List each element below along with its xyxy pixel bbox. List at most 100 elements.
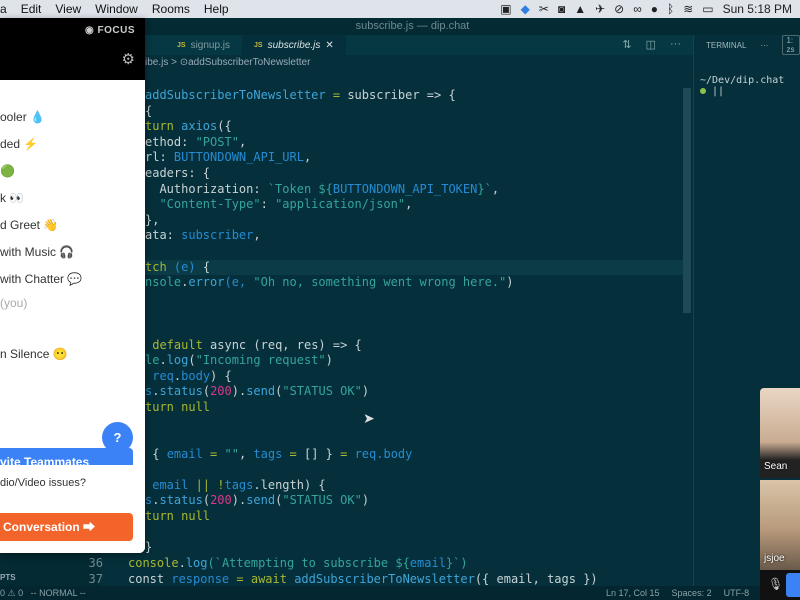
code-line[interactable]: { email = "", tags = [] } = req.body: [145, 447, 683, 463]
room-item[interactable]: ooler 💧: [0, 110, 45, 124]
code-line[interactable]: Authorization: `Token ${BUTTONDOWN_API_T…: [145, 182, 683, 198]
code-line[interactable]: s.status(200).send("STATUS OK"): [145, 384, 683, 400]
wifi-icon[interactable]: ≋: [683, 2, 693, 16]
tab-subscribe[interactable]: JS subscribe.js ✕: [242, 35, 346, 55]
code-line[interactable]: [145, 322, 683, 338]
editor-scrollbar[interactable]: [683, 88, 691, 313]
code-token: }: [145, 540, 153, 555]
more-icon[interactable]: ···: [670, 38, 681, 51]
code-line[interactable]: [145, 306, 683, 322]
help-button[interactable]: ?: [102, 422, 133, 453]
indentation[interactable]: Spaces: 2: [672, 586, 712, 600]
code-token: tags: [224, 477, 254, 492]
breadcrumb[interactable]: ibe.js > ⊙addSubscriberToNewsletter: [145, 55, 693, 70]
code-line[interactable]: [145, 415, 683, 431]
menu-app[interactable]: a: [0, 2, 7, 16]
code-token: (`Attempting to subscribe ${: [207, 556, 410, 570]
code-token: {: [145, 103, 153, 118]
tab-terminal[interactable]: TERMINAL: [706, 41, 746, 50]
more-icon[interactable]: ···: [760, 41, 768, 50]
code-line[interactable]: eaders: {: [145, 166, 683, 182]
code-line[interactable]: rl: BUTTONDOWN_API_URL,: [145, 150, 683, 166]
cup-icon[interactable]: ●: [651, 2, 658, 16]
code-line[interactable]: },: [145, 213, 683, 229]
code-token: ): [361, 493, 370, 508]
code-line[interactable]: email || !tags.length) {: [145, 478, 683, 494]
code-line[interactable]: le.log("Incoming request"): [145, 353, 683, 369]
focus-button[interactable]: ◉ FOCUS: [85, 25, 135, 36]
video-tile[interactable]: jsjoe: [760, 480, 800, 570]
code-line[interactable]: ata: subscriber,: [145, 228, 683, 244]
code-line[interactable]: [145, 244, 683, 260]
camera-button[interactable]: [786, 573, 800, 597]
code-token: turn null: [145, 399, 211, 414]
code-line[interactable]: turn null: [145, 400, 683, 416]
room-item[interactable]: d Greet 👋: [0, 218, 58, 232]
code-line[interactable]: tch (e) {: [145, 259, 683, 276]
encoding[interactable]: UTF-8: [724, 586, 750, 600]
video-tile[interactable]: Sean: [760, 388, 800, 478]
code-bottom-lines[interactable]: console.log(`Attempting to subscribe ${e…: [128, 556, 598, 587]
code-line[interactable]: {: [145, 104, 683, 120]
code-token: =: [282, 446, 304, 461]
diamond-icon[interactable]: ◆: [521, 2, 530, 16]
code-line[interactable]: const response = await addSubscriberToNe…: [128, 572, 598, 588]
menu-help[interactable]: Help: [204, 2, 229, 16]
code-editor[interactable]: addSubscriberToNewsletter = subscriber =…: [145, 88, 683, 586]
code-line[interactable]: nsole.error(e, "Oh no, something went wr…: [145, 275, 683, 291]
code-token: req: [145, 368, 174, 383]
scissors-icon[interactable]: ✂: [539, 2, 549, 16]
code-line[interactable]: turn axios({: [145, 119, 683, 135]
microphone-icon[interactable]: 🎙: [768, 577, 783, 591]
code-line[interactable]: [145, 291, 683, 307]
code-line[interactable]: console.log(`Attempting to subscribe ${e…: [128, 556, 598, 572]
close-icon[interactable]: ✕: [325, 40, 333, 51]
code-token: .length) {: [253, 477, 326, 492]
code-line[interactable]: [145, 525, 683, 541]
sidebar-section[interactable]: PTS: [0, 573, 16, 582]
tab-signup[interactable]: JS signup.js: [165, 35, 242, 55]
code-token: status: [159, 493, 203, 508]
terminal-selector[interactable]: 1: zs: [782, 35, 800, 55]
code-line[interactable]: ethod: "POST",: [145, 135, 683, 151]
code-line[interactable]: [145, 431, 683, 447]
room-item[interactable]: n Silence 😶: [0, 347, 68, 361]
menu-edit[interactable]: Edit: [21, 2, 42, 16]
hat-icon[interactable]: ▲: [574, 2, 586, 16]
code-line[interactable]: }: [145, 540, 683, 556]
compare-icon[interactable]: ⇅: [622, 38, 631, 51]
start-conversation-button[interactable]: Conversation ⮕: [0, 513, 133, 541]
code-line[interactable]: s.status(200).send("STATUS OK"): [145, 493, 683, 509]
gear-icon[interactable]: ⚙: [122, 50, 135, 68]
menu-rooms[interactable]: Rooms: [152, 2, 190, 16]
room-item[interactable]: ded ⚡: [0, 137, 38, 151]
room-item[interactable]: (you): [0, 296, 27, 310]
split-editor-icon[interactable]: ◫: [646, 38, 656, 51]
cursor-position[interactable]: Ln 17, Col 15: [606, 586, 660, 600]
code-line[interactable]: default async (req, res) => {: [145, 338, 683, 354]
code-line[interactable]: turn null: [145, 509, 683, 525]
room-item[interactable]: 🟢: [0, 164, 15, 178]
clock[interactable]: Sun 5:18 PM: [723, 2, 792, 16]
video-icon[interactable]: ▣: [500, 2, 511, 16]
code-line[interactable]: "Content-Type": "application/json",: [145, 197, 683, 213]
bluetooth-icon[interactable]: ᛒ: [667, 2, 674, 16]
block-icon[interactable]: ⊘: [614, 2, 624, 16]
terminal-output[interactable]: ~/Dev/dip.chat ||: [694, 55, 800, 97]
code-line[interactable]: [145, 462, 683, 478]
glasses-icon[interactable]: ∞: [633, 2, 642, 16]
code-token: BUTTONDOWN_API_URL: [173, 150, 304, 165]
room-item[interactable]: k 👀: [0, 191, 24, 205]
code-line[interactable]: addSubscriberToNewsletter = subscriber =…: [145, 88, 683, 104]
room-item[interactable]: with Music 🎧: [0, 245, 74, 259]
code-line[interactable]: req.body) {: [145, 369, 683, 385]
record-icon[interactable]: ◙: [558, 2, 565, 16]
menu-view[interactable]: View: [55, 2, 81, 16]
problems-count[interactable]: 0 ⚠ 0: [0, 588, 23, 598]
rocket-icon[interactable]: ✈: [595, 2, 605, 16]
battery-icon[interactable]: ▭: [702, 2, 713, 16]
code-token: "STATUS OK": [282, 493, 362, 508]
code-token: le: [145, 353, 160, 368]
room-item[interactable]: with Chatter 💬: [0, 272, 82, 286]
menu-window[interactable]: Window: [95, 2, 138, 16]
